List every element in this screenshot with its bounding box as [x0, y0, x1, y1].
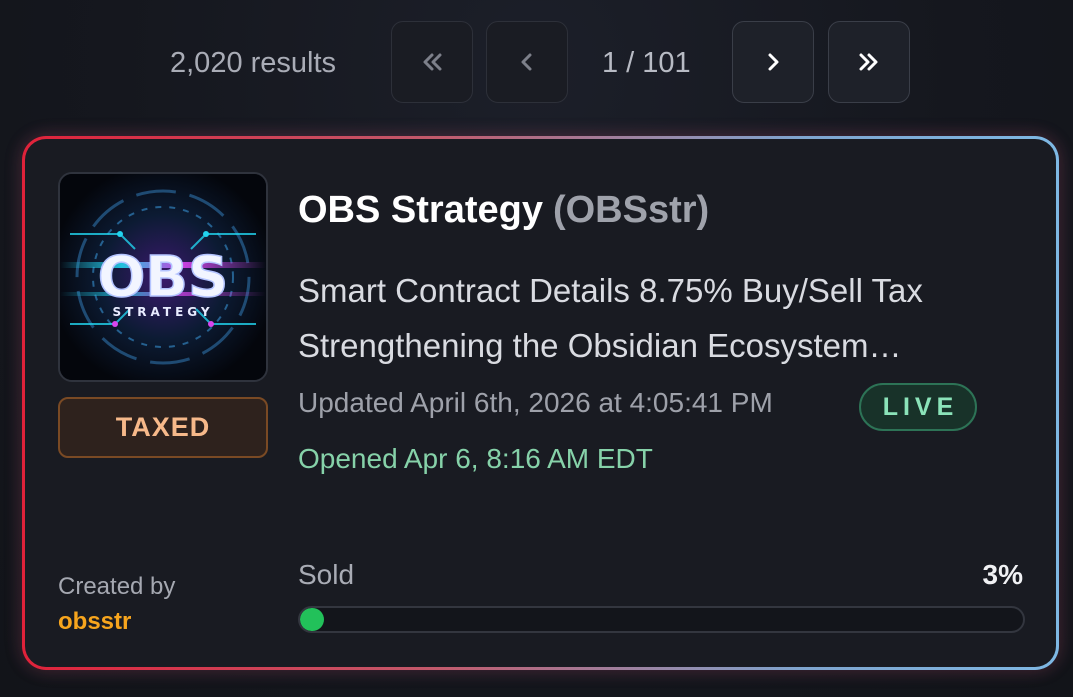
- chevron-left-icon: [521, 53, 532, 71]
- description-line-1: Smart Contract Details 8.75% Buy/Sell Ta…: [298, 272, 923, 309]
- description-line-2: Strengthening the Obsidian Ecosystem…: [298, 327, 902, 364]
- token-ticker: (OBSstr): [552, 189, 710, 231]
- created-by-label: Created by: [58, 573, 176, 600]
- live-status-badge: LIVE: [859, 383, 977, 431]
- updated-timestamp: Updated April 6th, 2026 at 4:05:41 PM: [298, 387, 773, 418]
- first-page-button[interactable]: [391, 21, 473, 103]
- next-page-button[interactable]: [732, 21, 814, 103]
- token-card[interactable]: OBS STRATEGY TAXED OBS Strategy (OBSstr) …: [22, 136, 1059, 670]
- pagination-bar: 2,020 results 1 / 101: [0, 21, 1073, 105]
- taxed-badge: TAXED: [58, 397, 268, 458]
- last-page-button[interactable]: [828, 21, 910, 103]
- results-count: 2,020 results: [170, 47, 337, 79]
- token-description: Smart Contract Details 8.75% Buy/Sell Ta…: [298, 263, 1018, 373]
- creator-link[interactable]: obsstr: [58, 608, 131, 636]
- sold-label: Sold: [298, 559, 355, 590]
- double-chevron-right-icon: [859, 53, 878, 71]
- sold-progress-fill: [300, 608, 324, 631]
- token-title[interactable]: OBS Strategy (OBSstr): [298, 189, 709, 232]
- chevron-right-icon: [768, 53, 779, 71]
- logo-subtext: STRATEGY: [112, 305, 213, 319]
- opened-timestamp: Opened Apr 6, 8:16 AM EDT: [298, 443, 653, 474]
- obs-strategy-logo-image: OBS STRATEGY: [60, 174, 266, 380]
- token-name: OBS Strategy: [298, 189, 543, 231]
- sold-progress-bar: [298, 606, 1025, 633]
- prev-page-button[interactable]: [486, 21, 568, 103]
- double-chevron-left-icon: [423, 53, 442, 71]
- sold-percent: 3%: [982, 559, 1023, 590]
- page-indicator: 1 / 101: [602, 47, 691, 79]
- token-logo: OBS STRATEGY: [58, 172, 268, 382]
- logo-text: OBS: [98, 245, 229, 310]
